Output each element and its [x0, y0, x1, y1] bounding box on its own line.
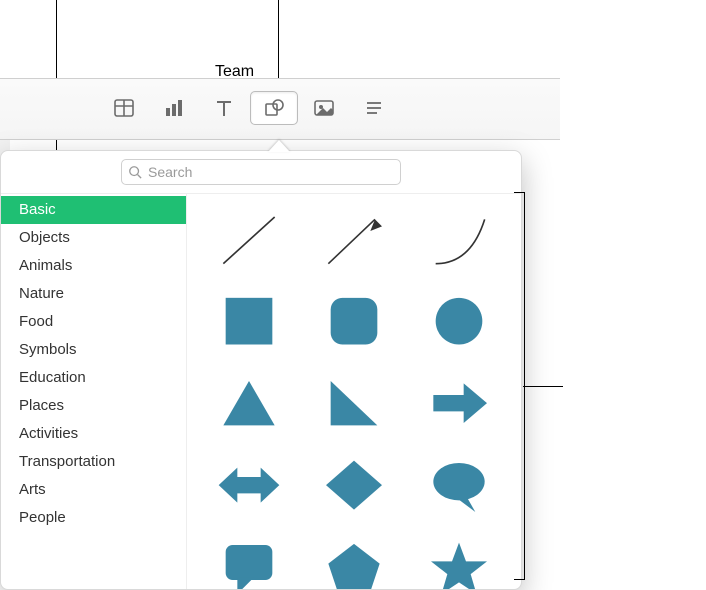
- sidebar-item-people[interactable]: People: [1, 504, 186, 532]
- sidebar-item-education[interactable]: Education: [1, 364, 186, 392]
- shape-pentagon[interactable]: [319, 537, 389, 589]
- search-input[interactable]: [148, 164, 394, 180]
- shape-square[interactable]: [214, 291, 284, 351]
- shape-line[interactable]: [214, 209, 284, 269]
- shapes-grid: [187, 194, 521, 589]
- shape-callout-square[interactable]: [214, 537, 284, 589]
- toolbar: [0, 78, 560, 140]
- search-icon: [128, 165, 142, 179]
- table-tool[interactable]: [100, 91, 148, 125]
- shape-arrow-line[interactable]: [319, 209, 389, 269]
- sidebar-item-objects[interactable]: Objects: [1, 224, 186, 252]
- shape-arrow-double[interactable]: [214, 455, 284, 515]
- shape-rounded-square[interactable]: [319, 291, 389, 351]
- search-field[interactable]: [121, 159, 401, 185]
- shape-curve[interactable]: [424, 209, 494, 269]
- shapes-popover: Basic Objects Animals Nature Food Symbol…: [0, 150, 522, 590]
- shape-star[interactable]: [424, 537, 494, 589]
- media-tool[interactable]: [300, 91, 348, 125]
- sidebar-item-nature[interactable]: Nature: [1, 280, 186, 308]
- sidebar-item-food[interactable]: Food: [1, 308, 186, 336]
- chart-tool[interactable]: [150, 91, 198, 125]
- callout-line: [278, 0, 279, 90]
- shape-circle[interactable]: [424, 291, 494, 351]
- comment-tool[interactable]: [350, 91, 398, 125]
- sidebar-item-basic[interactable]: Basic: [1, 196, 186, 224]
- shape-triangle[interactable]: [214, 373, 284, 433]
- shape-tool[interactable]: [250, 91, 298, 125]
- popover-arrow: [268, 140, 290, 152]
- sidebar-item-animals[interactable]: Animals: [1, 252, 186, 280]
- sidebar-item-activities[interactable]: Activities: [1, 420, 186, 448]
- shape-right-triangle[interactable]: [319, 373, 389, 433]
- sidebar-item-arts[interactable]: Arts: [1, 476, 186, 504]
- sidebar-item-places[interactable]: Places: [1, 392, 186, 420]
- shape-speech-bubble[interactable]: [424, 455, 494, 515]
- category-sidebar: Basic Objects Animals Nature Food Symbol…: [1, 194, 187, 589]
- text-tool[interactable]: [200, 91, 248, 125]
- sidebar-item-transportation[interactable]: Transportation: [1, 448, 186, 476]
- shape-arrow-right[interactable]: [424, 373, 494, 433]
- callout-line: [523, 386, 563, 387]
- shape-diamond[interactable]: [319, 455, 389, 515]
- sidebar-item-symbols[interactable]: Symbols: [1, 336, 186, 364]
